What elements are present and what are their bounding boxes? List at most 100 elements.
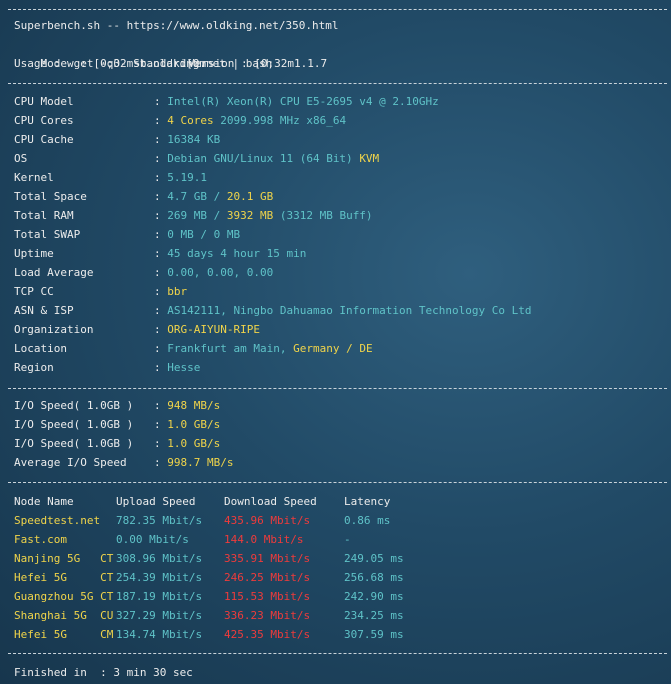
sysinfo-label: Location bbox=[14, 342, 67, 355]
sysinfo-value: (3312 MB Buff) bbox=[273, 209, 373, 222]
upload-speed-cell: 134.74 Mbit/s bbox=[116, 628, 203, 641]
io-speed-label: I/O Speed( 1.0GB ) bbox=[14, 418, 134, 431]
sysinfo-label: ASN & ISP bbox=[14, 304, 74, 317]
latency-cell: - bbox=[344, 533, 351, 546]
sysinfo-colon: : bbox=[154, 190, 168, 203]
separator-line bbox=[8, 83, 667, 84]
sysinfo-label: Uptime bbox=[14, 247, 54, 260]
node-name-cell: Guangzhou 5G CT bbox=[14, 590, 114, 603]
speed-table-header: Node Name Upload Speed Download Speed La… bbox=[14, 492, 654, 511]
sysinfo-label: Kernel bbox=[14, 171, 54, 184]
sysinfo-label: CPU Cache bbox=[14, 133, 74, 146]
header-usage: Usage : wget -qO- sb.oldking.net | bash bbox=[14, 57, 273, 70]
sysinfo-label: Region bbox=[14, 361, 54, 374]
sysinfo-label: OS bbox=[14, 152, 28, 165]
sysinfo-row: CPU Model: Intel(R) Xeon(R) CPU E5-2695 … bbox=[14, 92, 439, 111]
upload-speed-cell: 0.00 Mbit/s bbox=[116, 533, 189, 546]
sysinfo-value: 45 days 4 hour 15 min bbox=[167, 247, 307, 260]
sysinfo-value: 0 MB / 0 MB bbox=[167, 228, 241, 241]
upload-speed-cell: 254.39 Mbit/s bbox=[116, 571, 203, 584]
sysinfo-value: Frankfurt am Main, bbox=[167, 342, 294, 355]
sysinfo-row: Uptime: 45 days 4 hour 15 min bbox=[14, 244, 306, 263]
speed-table-row: Nanjing 5G CT 308.96 Mbit/s 335.91 Mbit/s 2… bbox=[14, 549, 654, 568]
download-speed-cell: 435.96 Mbit/s bbox=[224, 514, 311, 527]
node-name-cell: Shanghai 5G CU bbox=[14, 609, 114, 622]
sysinfo-value: Germany / DE bbox=[293, 342, 373, 355]
terminal-window[interactable]: Superbench.sh -- https://www.oldking.net… bbox=[0, 0, 671, 684]
header-node-name: Node Name bbox=[14, 495, 74, 508]
sysinfo-value: ORG-AIYUN-RIPE bbox=[167, 323, 260, 336]
io-speed-value: 1.0 GB/s bbox=[167, 437, 221, 450]
header-latency: Latency bbox=[344, 495, 391, 508]
sysinfo-row: Region: Hesse bbox=[14, 358, 200, 377]
io-speed-row: I/O Speed( 1.0GB ): 948 MB/s bbox=[14, 396, 220, 415]
node-name-cell: Fast.com bbox=[14, 533, 67, 546]
header-download-speed: Download Speed bbox=[224, 495, 317, 508]
io-speed-value: 948 MB/s bbox=[167, 399, 221, 412]
separator-line bbox=[8, 653, 667, 654]
sysinfo-row: CPU Cache: 16384 KB bbox=[14, 130, 220, 149]
sysinfo-value: 2099.998 MHz x86_64 bbox=[213, 114, 347, 127]
io-speed-label: I/O Speed( 1.0GB ) bbox=[14, 437, 134, 450]
sysinfo-value: 3932 MB bbox=[226, 209, 274, 222]
separator-line bbox=[8, 388, 667, 389]
sysinfo-row: CPU Cores: 4 Cores 2099.998 MHz x86_64 bbox=[14, 111, 346, 130]
io-speed-colon: : bbox=[154, 437, 168, 450]
sysinfo-value: 5.19.1 bbox=[167, 171, 207, 184]
latency-cell: 249.05 ms bbox=[344, 552, 404, 565]
download-speed-cell: 115.53 Mbit/s bbox=[224, 590, 311, 603]
speed-table-row: Hefei 5G CM 134.74 Mbit/s 425.35 Mbit/s 307… bbox=[14, 625, 654, 644]
sysinfo-colon: : bbox=[154, 152, 168, 165]
sysinfo-colon: : bbox=[154, 228, 168, 241]
download-speed-cell: 336.23 Mbit/s bbox=[224, 609, 311, 622]
sysinfo-value: 0.00, 0.00, 0.00 bbox=[167, 266, 274, 279]
sysinfo-value: 16384 KB bbox=[167, 133, 221, 146]
download-speed-cell: 335.91 Mbit/s bbox=[224, 552, 311, 565]
sysinfo-value: Intel(R) Xeon(R) CPU E5-2695 v4 @ 2.10GH… bbox=[167, 95, 439, 108]
speed-table-row: Fast.com 0.00 Mbit/s 144.0 Mbit/s - bbox=[14, 530, 654, 549]
sysinfo-row: Total SWAP: 0 MB / 0 MB bbox=[14, 225, 240, 244]
sysinfo-row: Location: Frankfurt am Main, Germany / D… bbox=[14, 339, 373, 358]
io-speed-row: Average I/O Speed: 998.7 MB/s bbox=[14, 453, 233, 472]
latency-cell: 234.25 ms bbox=[344, 609, 404, 622]
separator-line bbox=[8, 9, 667, 10]
finished-time: Finished in : 3 min 30 sec bbox=[14, 666, 193, 679]
speed-table-row: Speedtest.net 782.35 Mbit/s 435.96 Mbit/s 0… bbox=[14, 511, 654, 530]
sysinfo-value: 20.1 GB bbox=[226, 190, 274, 203]
sysinfo-label: Organization bbox=[14, 323, 94, 336]
sysinfo-label: Load Average bbox=[14, 266, 94, 279]
io-speed-colon: : bbox=[154, 399, 168, 412]
sysinfo-value: bbr bbox=[167, 285, 188, 298]
io-speed-colon: : bbox=[154, 418, 168, 431]
sysinfo-colon: : bbox=[154, 95, 168, 108]
sysinfo-row: Organization: ORG-AIYUN-RIPE bbox=[14, 320, 260, 339]
sysinfo-label: CPU Model bbox=[14, 95, 74, 108]
io-speed-colon: : bbox=[154, 456, 168, 469]
speed-table-row: Hefei 5G CT 254.39 Mbit/s 246.25 Mbit/s 256… bbox=[14, 568, 654, 587]
sysinfo-label: Total RAM bbox=[14, 209, 74, 222]
sysinfo-value: 4.7 GB / bbox=[167, 190, 227, 203]
sysinfo-colon: : bbox=[154, 304, 168, 317]
io-speed-row: I/O Speed( 1.0GB ): 1.0 GB/s bbox=[14, 434, 220, 453]
speed-table-row: Guangzhou 5G CT 187.19 Mbit/s 115.53 Mbit/… bbox=[14, 587, 654, 606]
node-name-cell: Hefei 5G CM bbox=[14, 628, 114, 641]
sysinfo-colon: : bbox=[154, 209, 168, 222]
upload-speed-cell: 187.19 Mbit/s bbox=[116, 590, 203, 603]
sysinfo-row: Load Average: 0.00, 0.00, 0.00 bbox=[14, 263, 273, 282]
download-speed-cell: 425.35 Mbit/s bbox=[224, 628, 311, 641]
sysinfo-colon: : bbox=[154, 285, 168, 298]
separator-line bbox=[8, 482, 667, 483]
sysinfo-colon: : bbox=[154, 171, 168, 184]
sysinfo-label: CPU Cores bbox=[14, 114, 74, 127]
latency-cell: 242.90 ms bbox=[344, 590, 404, 603]
sysinfo-row: Total Space: 4.7 GB / 20.1 GB bbox=[14, 187, 273, 206]
sysinfo-label: Total SWAP bbox=[14, 228, 81, 241]
node-name-cell: Hefei 5G CT bbox=[14, 571, 114, 584]
latency-cell: 0.86 ms bbox=[344, 514, 391, 527]
sysinfo-colon: : bbox=[154, 266, 168, 279]
sysinfo-colon: : bbox=[154, 323, 168, 336]
sysinfo-colon: : bbox=[154, 361, 168, 374]
sysinfo-value: Hesse bbox=[167, 361, 201, 374]
sysinfo-colon: : bbox=[154, 133, 168, 146]
sysinfo-label: Total Space bbox=[14, 190, 87, 203]
